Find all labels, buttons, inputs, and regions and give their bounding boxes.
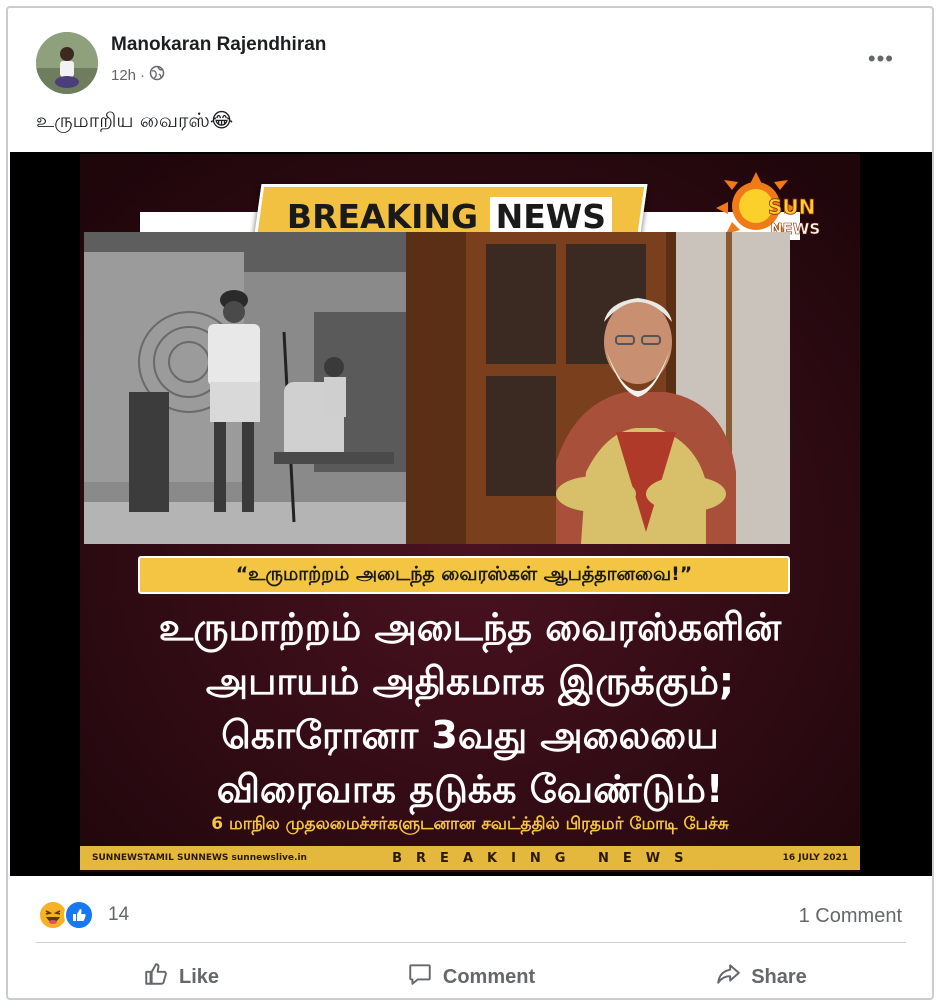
headline-line: விரைவாக தடுக்க வேண்டும்! bbox=[216, 767, 724, 811]
footer-breaking-news: BREAKING NEWS bbox=[392, 850, 698, 866]
comment-label: Comment bbox=[442, 965, 536, 988]
headline-line: உருமாற்றம் அடைந்த வைரஸ்களின் bbox=[158, 605, 782, 649]
author-name[interactable]: Manokaran Rajendhiran bbox=[111, 34, 326, 56]
post-meta: 12h · bbox=[111, 65, 165, 85]
more-options-button[interactable]: ••• bbox=[868, 46, 894, 72]
footer-date: 16 JULY 2021 bbox=[782, 853, 848, 863]
globe-icon bbox=[149, 65, 165, 85]
poster-footer: SUNNEWSTAMIL SUNNEWS sunnewslive.in BREA… bbox=[80, 846, 860, 870]
headline-line: அபாயம் அதிகமாக இருக்கும்; bbox=[205, 659, 735, 703]
like-button[interactable]: Like bbox=[36, 953, 326, 1001]
reaction-icons bbox=[38, 900, 98, 930]
pm-photo bbox=[406, 232, 790, 544]
like-label: Like bbox=[178, 965, 220, 988]
share-button[interactable]: Share bbox=[616, 953, 906, 1001]
news-label: NEWS bbox=[490, 196, 613, 236]
action-bar: Like Comment Share bbox=[36, 953, 906, 1001]
thumbs-up-icon bbox=[143, 961, 169, 993]
breaking-label: BREAKING bbox=[287, 196, 479, 236]
avatar[interactable] bbox=[36, 32, 98, 94]
headline-line: கொரோனா 3வது அலையை bbox=[221, 713, 719, 757]
comment-icon bbox=[407, 961, 433, 993]
footer-socials: SUNNEWSTAMIL SUNNEWS sunnewslive.in bbox=[92, 853, 307, 863]
poster-subline: 6 மாநில முதலமைச்சர்களுடனான சவட்த்தில் பி… bbox=[211, 814, 729, 834]
news-poster: BREAKING NEWS SUN NEWS “உருமாற்றம் அடைந்… bbox=[80, 154, 860, 872]
quote-banner: “உருமாற்றம் அடைந்த வைரஸ்கள் ஆபத்தானவை!” bbox=[138, 556, 790, 594]
reaction-summary[interactable]: 14 bbox=[38, 900, 129, 930]
share-icon bbox=[715, 961, 741, 993]
post-card: Manokaran Rajendhiran 12h · ••• உருமாறிய… bbox=[6, 6, 934, 1000]
post-image[interactable]: BREAKING NEWS SUN NEWS “உருமாற்றம் அடைந்… bbox=[10, 152, 932, 876]
comment-button[interactable]: Comment bbox=[326, 953, 616, 1001]
like-reaction-icon bbox=[64, 900, 94, 930]
post-time[interactable]: 12h bbox=[111, 67, 136, 84]
historic-photo bbox=[84, 232, 406, 544]
poster-headline: உருமாற்றம் அடைந்த வைரஸ்களின் அபாயம் அதிக… bbox=[80, 600, 860, 816]
reaction-count: 14 bbox=[108, 904, 130, 925]
logo-sun-text: SUN bbox=[768, 195, 815, 219]
comments-count-link[interactable]: 1 Comment bbox=[799, 905, 902, 928]
post-caption: உருமாறிய வைரஸ்😂 bbox=[36, 108, 234, 132]
meta-separator: · bbox=[140, 66, 146, 84]
share-label: Share bbox=[751, 965, 807, 988]
divider bbox=[36, 942, 906, 943]
